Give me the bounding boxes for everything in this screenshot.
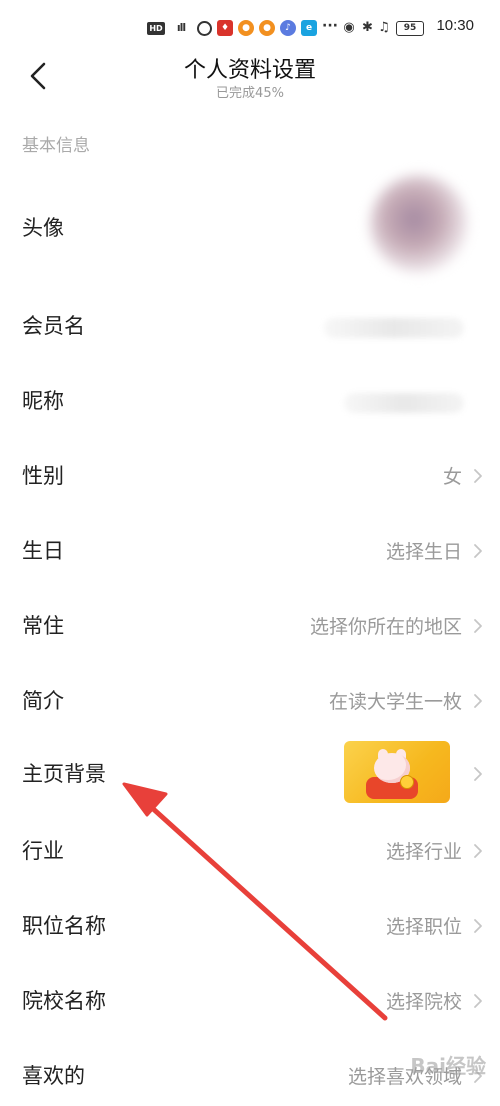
chevron-right-icon (474, 469, 482, 483)
row-value: 女 (442, 466, 462, 488)
row-value: 选择生日 (385, 541, 462, 563)
row-label: 性别 (22, 464, 64, 488)
weibo-icon: ● (259, 20, 275, 36)
row-label: 头像 (22, 216, 64, 240)
page-title: 个人资料设置 (183, 58, 316, 83)
row-value: 选择行业 (385, 841, 462, 863)
row-label: 会员名 (22, 314, 85, 338)
row-value: 选择院校 (385, 991, 462, 1013)
row-bio[interactable]: 简介 在读大学生一枚 (0, 671, 500, 731)
row-label: 昵称 (22, 389, 64, 413)
blurred-value (324, 318, 464, 338)
section-title: 基本信息 (22, 136, 90, 156)
chevron-right-icon (474, 994, 482, 1008)
row-gender[interactable]: 性别 女 (0, 446, 500, 506)
background-thumbnail[interactable] (344, 741, 450, 803)
app-notification-icon: ♦ (217, 20, 233, 36)
chevron-right-icon (474, 919, 482, 933)
browser-icon: e (301, 20, 317, 36)
row-nickname[interactable]: 昵称 (0, 371, 500, 431)
coin-shape (400, 775, 414, 789)
row-label: 常住 (22, 614, 64, 638)
row-member-name[interactable]: 会员名 (0, 296, 500, 356)
bluetooth-icon: ✱ (362, 20, 373, 35)
chevron-right-icon (474, 844, 482, 858)
chevron-right-icon (474, 544, 482, 558)
row-label: 喜欢的 (22, 1064, 85, 1088)
watermark: Bai经验 (410, 1054, 486, 1078)
signal-icon: ıll (176, 21, 186, 34)
row-label: 行业 (22, 839, 64, 863)
status-bar: HD ıll ♦ ● ● ♪ e ··· ◉ ✱ ♫ 95 10:30 (0, 0, 500, 56)
status-icons: HD ıll ♦ ● ● ♪ e ··· ◉ ✱ ♫ 95 (147, 18, 424, 38)
row-label: 主页背景 (22, 762, 106, 786)
eye-icon: ◉ (343, 20, 355, 35)
row-industry[interactable]: 行业 选择行业 (0, 821, 500, 881)
row-value: 选择职位 (385, 916, 462, 938)
battery-icon: 95 (396, 20, 424, 36)
chevron-right-icon (474, 767, 482, 781)
mute-bell-icon: ♫ (378, 20, 390, 35)
row-label: 生日 (22, 539, 64, 563)
chevron-right-icon (474, 619, 482, 633)
hotspot-icon (197, 20, 212, 36)
music-icon: ♪ (280, 20, 296, 36)
status-time: 10:30 (436, 17, 474, 34)
hd-icon: HD (147, 21, 165, 35)
row-job-title[interactable]: 职位名称 选择职位 (0, 896, 500, 956)
row-label: 简介 (22, 689, 64, 713)
row-label: 职位名称 (22, 914, 106, 938)
chevron-right-icon (474, 694, 482, 708)
more-icon: ··· (322, 18, 338, 34)
weibo-icon: ● (238, 20, 254, 36)
row-residence[interactable]: 常住 选择你所在的地区 (0, 596, 500, 656)
row-label: 院校名称 (22, 989, 106, 1013)
avatar[interactable] (370, 175, 468, 273)
completion-subtitle: 已完成45% (216, 86, 284, 101)
blurred-value (344, 393, 464, 413)
row-school-name[interactable]: 院校名称 选择院校 (0, 971, 500, 1031)
row-birthday[interactable]: 生日 选择生日 (0, 521, 500, 581)
row-value: 选择你所在的地区 (309, 616, 462, 638)
row-value: 在读大学生一枚 (328, 691, 462, 713)
